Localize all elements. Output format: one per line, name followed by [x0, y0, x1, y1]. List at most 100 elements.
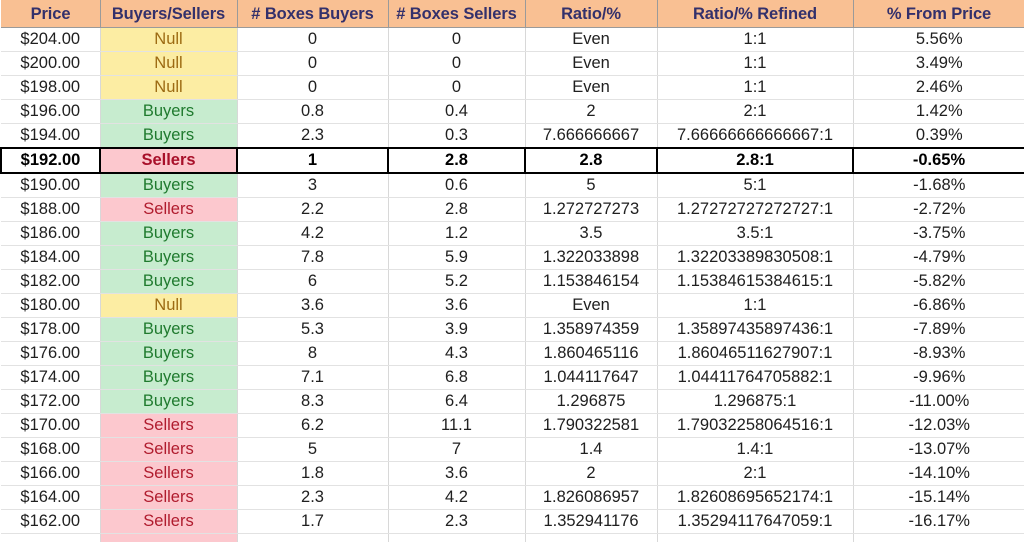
- cell-ratio[interactable]: 1.826086957: [525, 485, 658, 510]
- cell-ratio-refined[interactable]: 1:1: [657, 27, 854, 52]
- table-row[interactable]: $204.00 Null 0 0 Even 1:1 5.56%: [1, 27, 1024, 52]
- cell-pct-from-price[interactable]: -7.89%: [853, 317, 1024, 342]
- cell-ratio[interactable]: 1.272727273: [525, 197, 658, 222]
- cell-boxes-sellers[interactable]: 4.2: [388, 485, 526, 510]
- cell-price[interactable]: $170.00: [1, 413, 101, 438]
- cell-ratio-refined[interactable]: 1:1: [657, 75, 854, 100]
- cell-boxes-sellers[interactable]: 11.1: [388, 413, 526, 438]
- table-row[interactable]: $178.00 Buyers 5.3 3.9 1.358974359 1.35897435…: [1, 317, 1024, 342]
- cell-boxes-buyers[interactable]: 0: [237, 51, 389, 76]
- cell-ratio[interactable]: Even: [525, 27, 658, 52]
- cell-boxes-sellers[interactable]: 0: [388, 27, 526, 52]
- cell-buyers-sellers[interactable]: Null: [100, 75, 238, 100]
- table-row[interactable]: $162.00 Sellers 1.7 2.3 1.352941176 1.3529411…: [1, 509, 1024, 534]
- cell-price[interactable]: $164.00: [1, 485, 101, 510]
- cell-price[interactable]: $200.00: [1, 51, 101, 76]
- table-row[interactable]: $194.00 Buyers 2.3 0.3 7.666666667 7.66666666…: [1, 123, 1024, 149]
- cell-boxes-buyers[interactable]: 7.1: [237, 365, 389, 390]
- cell-boxes-buyers[interactable]: 3: [237, 173, 389, 198]
- cell-ratio[interactable]: Even: [525, 293, 658, 318]
- cell-ratio[interactable]: 1.044117647: [525, 365, 658, 390]
- cell-ratio-refined[interactable]: 5:1: [657, 173, 854, 198]
- cell-pct-from-price[interactable]: -2.72%: [853, 197, 1024, 222]
- cell-ratio[interactable]: 2.8: [525, 147, 658, 174]
- cell-ratio[interactable]: 1.860465116: [525, 341, 658, 366]
- cell-boxes-buyers[interactable]: 6.2: [237, 413, 389, 438]
- table-row[interactable]: $196.00 Buyers 0.8 0.4 2 2:1 1.42%: [1, 99, 1024, 124]
- cell-ratio-refined[interactable]: 1.296875:1: [657, 389, 854, 414]
- column-header-pct-from-price[interactable]: % From Price: [853, 0, 1024, 28]
- cell-boxes-buyers[interactable]: 1: [237, 147, 389, 174]
- cell-pct-from-price[interactable]: -5.82%: [853, 269, 1024, 294]
- cell-boxes-sellers[interactable]: 5.9: [388, 245, 526, 270]
- table-row[interactable]: $180.00 Null 3.6 3.6 Even 1:1 -6.86%: [1, 293, 1024, 318]
- cell-boxes-buyers[interactable]: 2.2: [237, 197, 389, 222]
- cell-pct-from-price[interactable]: 3.49%: [853, 51, 1024, 76]
- cell-boxes-sellers[interactable]: 7: [388, 437, 526, 462]
- cell-buyers-sellers[interactable]: Buyers: [100, 173, 238, 198]
- cell-price[interactable]: $166.00: [1, 461, 101, 486]
- column-header-buyers-sellers[interactable]: Buyers/Sellers: [100, 0, 238, 28]
- cell-boxes-buyers[interactable]: 2.3: [237, 123, 389, 149]
- table-row[interactable]: $188.00 Sellers 2.2 2.8 1.272727273 1.2727272…: [1, 197, 1024, 222]
- cell-boxes-sellers[interactable]: 4.3: [388, 341, 526, 366]
- cell-pct-from-price[interactable]: -3.75%: [853, 221, 1024, 246]
- cell-buyers-sellers[interactable]: [100, 533, 238, 542]
- cell-pct-from-price[interactable]: 5.56%: [853, 27, 1024, 52]
- cell-ratio-refined[interactable]: 2:1: [657, 461, 854, 486]
- table-row[interactable]: $170.00 Sellers 6.2 11.1 1.790322581 1.790322…: [1, 413, 1024, 438]
- cell-buyers-sellers[interactable]: Buyers: [100, 269, 238, 294]
- cell-boxes-buyers[interactable]: [237, 533, 389, 542]
- cell-pct-from-price[interactable]: -6.86%: [853, 293, 1024, 318]
- table-row[interactable]: $186.00 Buyers 4.2 1.2 3.5 3.5:1 -3.75%: [1, 221, 1024, 246]
- cell-price[interactable]: $188.00: [1, 197, 101, 222]
- cell-price[interactable]: $176.00: [1, 341, 101, 366]
- cell-price[interactable]: $192.00: [0, 147, 101, 174]
- cell-ratio-refined[interactable]: 1:1: [657, 51, 854, 76]
- cell-ratio-refined[interactable]: 2.8:1: [657, 147, 854, 174]
- cell-buyers-sellers[interactable]: Buyers: [100, 123, 238, 149]
- cell-boxes-sellers[interactable]: 3.6: [388, 293, 526, 318]
- cell-ratio-refined[interactable]: 1:1: [657, 293, 854, 318]
- table-row[interactable]: $176.00 Buyers 8 4.3 1.860465116 1.8604651162…: [1, 341, 1024, 366]
- cell-buyers-sellers[interactable]: Sellers: [100, 461, 238, 486]
- table-row[interactable]: $182.00 Buyers 6 5.2 1.153846154 1.1538461538…: [1, 269, 1024, 294]
- cell-boxes-buyers[interactable]: 5.3: [237, 317, 389, 342]
- cell-price[interactable]: $190.00: [1, 173, 101, 198]
- cell-boxes-sellers[interactable]: 3.6: [388, 461, 526, 486]
- cell-buyers-sellers[interactable]: Buyers: [100, 389, 238, 414]
- cell-buyers-sellers[interactable]: Null: [100, 51, 238, 76]
- cell-boxes-buyers[interactable]: 0: [237, 27, 389, 52]
- table-row[interactable]: $200.00 Null 0 0 Even 1:1 3.49%: [1, 51, 1024, 76]
- table-row[interactable]: $198.00 Null 0 0 Even 1:1 2.46%: [1, 75, 1024, 100]
- column-header-ratio-refined[interactable]: Ratio/% Refined: [657, 0, 854, 28]
- cell-ratio-refined[interactable]: 1.27272727272727:1: [657, 197, 854, 222]
- cell-pct-from-price[interactable]: -14.10%: [853, 461, 1024, 486]
- cell-ratio[interactable]: 5: [525, 173, 658, 198]
- cell-ratio[interactable]: 1.153846154: [525, 269, 658, 294]
- cell-boxes-sellers[interactable]: 3.9: [388, 317, 526, 342]
- cell-price[interactable]: $168.00: [1, 437, 101, 462]
- cell-pct-from-price[interactable]: -15.14%: [853, 485, 1024, 510]
- table-row[interactable]: $174.00 Buyers 7.1 6.8 1.044117647 1.04411764…: [1, 365, 1024, 390]
- cell-ratio-refined[interactable]: 1.4:1: [657, 437, 854, 462]
- cell-ratio-refined[interactable]: 1.15384615384615:1: [657, 269, 854, 294]
- cell-pct-from-price[interactable]: -12.03%: [853, 413, 1024, 438]
- cell-boxes-sellers[interactable]: [388, 533, 526, 542]
- cell-ratio-refined[interactable]: [657, 533, 854, 542]
- table-row[interactable]: $184.00 Buyers 7.8 5.9 1.322033898 1.32203389…: [1, 245, 1024, 270]
- cell-buyers-sellers[interactable]: Buyers: [100, 341, 238, 366]
- cell-price[interactable]: $172.00: [1, 389, 101, 414]
- cell-price[interactable]: $180.00: [1, 293, 101, 318]
- table-row[interactable]: $166.00 Sellers 1.8 3.6 2 2:1 -14.10%: [1, 461, 1024, 486]
- cell-boxes-buyers[interactable]: 0: [237, 75, 389, 100]
- cell-boxes-sellers[interactable]: 6.4: [388, 389, 526, 414]
- cell-buyers-sellers[interactable]: Buyers: [100, 317, 238, 342]
- cell-boxes-sellers[interactable]: 0: [388, 75, 526, 100]
- cell-price[interactable]: $204.00: [1, 27, 101, 52]
- cell-boxes-sellers[interactable]: 2.8: [388, 197, 526, 222]
- cell-price[interactable]: $196.00: [1, 99, 101, 124]
- table-row[interactable]: $190.00 Buyers 3 0.6 5 5:1 -1.68%: [1, 173, 1024, 198]
- cell-buyers-sellers[interactable]: Buyers: [100, 221, 238, 246]
- cell-pct-from-price[interactable]: -16.17%: [853, 509, 1024, 534]
